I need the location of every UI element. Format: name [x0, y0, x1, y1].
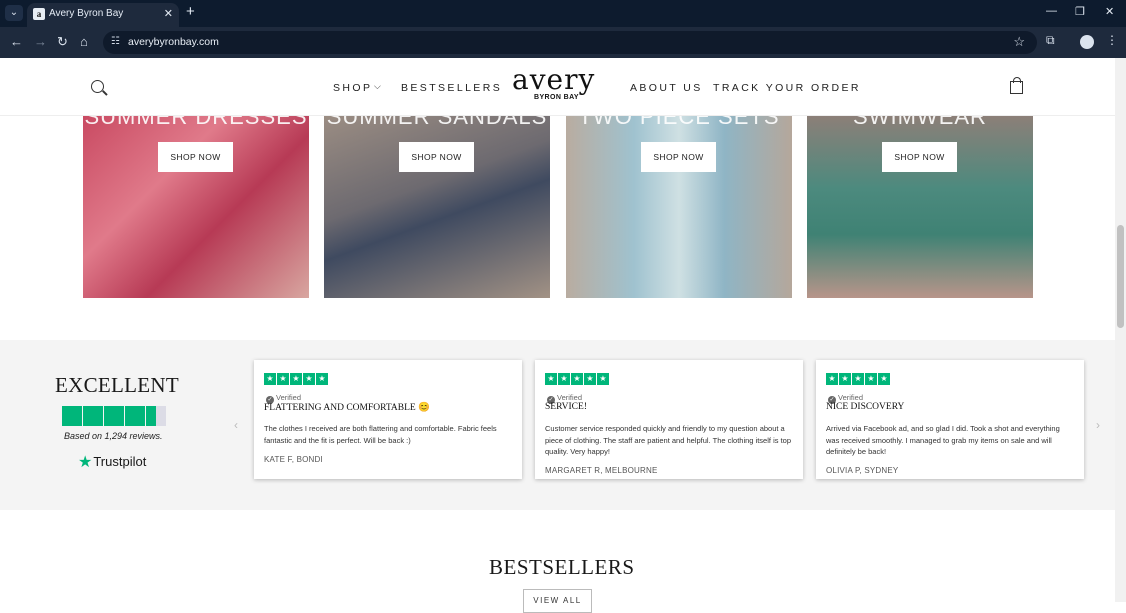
site-favicon-icon: a — [33, 8, 45, 20]
restore-window-button[interactable]: ❐ — [1075, 5, 1085, 18]
category-tile-dresses[interactable]: SUMMER DRESSES SHOP NOW — [83, 116, 309, 298]
review-title: NICE DISCOVERY — [826, 402, 905, 412]
forward-icon[interactable]: → — [34, 34, 47, 49]
minimize-window-button[interactable]: — — [1046, 5, 1057, 17]
search-icon[interactable] — [91, 80, 104, 93]
page-scrollbar[interactable] — [1115, 58, 1126, 602]
nav-bestsellers[interactable]: BESTSELLERS — [401, 82, 502, 94]
shop-now-button[interactable]: SHOP NOW — [882, 142, 957, 172]
review-body: Customer service responded quickly and f… — [545, 424, 791, 456]
site-info-icon[interactable]: ☷ — [111, 36, 120, 47]
nav-shop[interactable]: SHOP — [333, 82, 372, 94]
shop-now-button[interactable]: SHOP NOW — [641, 142, 716, 172]
reload-icon[interactable]: ↻ — [57, 34, 68, 50]
trustpilot-review-count: Based on 1,294 reviews. — [64, 431, 163, 441]
category-title: SUMMER DRESSES — [84, 116, 308, 129]
browser-toolbar: ← → ↻ ⌂ ☷ averybyronbay.com ☆ ⧉ ⋮ — [0, 27, 1126, 58]
carousel-prev-icon[interactable]: ‹ — [234, 418, 238, 432]
bestsellers-heading: BESTSELLERS — [489, 555, 635, 579]
review-author: MARGARET R, MELBOURNE — [545, 466, 658, 475]
category-tile-sandals[interactable]: SUMMER SANDALS SHOP NOW — [324, 116, 550, 298]
home-icon[interactable]: ⌂ — [80, 34, 88, 49]
review-stars: ★ ★ ★ ★ ★ — [545, 373, 609, 385]
review-body: The clothes I received are both flatteri… — [264, 424, 497, 445]
review-author: OLIVIA P, SYDNEY — [826, 466, 899, 475]
url-text[interactable]: averybyronbay.com — [128, 36, 219, 48]
carousel-next-icon[interactable]: › — [1096, 418, 1100, 432]
menu-icon[interactable]: ⋮ — [1106, 33, 1118, 47]
nav-track-order[interactable]: TRACK YOUR ORDER — [713, 82, 861, 94]
category-title: SUMMER SANDALS — [326, 116, 548, 129]
browser-tab[interactable]: a Avery Byron Bay ✕ — [27, 3, 179, 27]
review-card: ★ ★ ★ ★ ★ ✓ Verified NICE DISCOVERY Arrived v… — [816, 360, 1084, 479]
category-tile-two-piece[interactable]: TWO PIECE SETS SHOP NOW — [566, 116, 792, 298]
scrollbar-thumb[interactable] — [1117, 225, 1124, 328]
star-icon[interactable]: ☆ — [1013, 34, 1025, 50]
review-card: ★ ★ ★ ★ ★ ✓ Verified SERVICE! Customer servic… — [535, 360, 803, 479]
profile-icon[interactable] — [1080, 35, 1094, 49]
review-stars: ★ ★ ★ ★ ★ — [264, 373, 328, 385]
new-tab-button[interactable]: + — [186, 3, 195, 20]
tab-title: Avery Byron Bay — [49, 8, 124, 19]
close-tab-icon[interactable]: ✕ — [164, 7, 173, 20]
shop-now-button[interactable]: SHOP NOW — [399, 142, 474, 172]
review-body: Arrived via Facebook ad, and so glad I d… — [826, 424, 1060, 456]
nav-about-us[interactable]: ABOUT US — [630, 82, 703, 94]
review-card: ★ ★ ★ ★ ★ ✓ Verified FLATTERING AND COMFORTAB… — [254, 360, 522, 479]
review-title: FLATTERING AND COMFORTABLE 😊 — [264, 403, 430, 413]
extensions-icon[interactable]: ⧉ — [1046, 33, 1055, 48]
site-logo-subtitle: BYRON BAY — [534, 94, 579, 101]
browser-tab-bar: ⌄ a Avery Byron Bay ✕ + — ❐ ✕ — [0, 0, 1126, 27]
category-tile-swimwear[interactable]: SWIMWEAR SHOP NOW — [807, 116, 1033, 298]
review-title: SERVICE! — [545, 402, 587, 412]
trustpilot-logo[interactable]: ★Trustpilot — [78, 452, 146, 472]
close-window-button[interactable]: ✕ — [1105, 5, 1114, 18]
chevron-down-icon[interactable]: ⌵ — [374, 81, 381, 92]
category-title: SWIMWEAR — [853, 116, 987, 129]
category-title: TWO PIECE SETS — [578, 116, 780, 129]
address-bar[interactable]: ☷ averybyronbay.com ☆ — [103, 31, 1037, 54]
review-stars: ★ ★ ★ ★ ★ — [826, 373, 890, 385]
back-icon[interactable]: ← — [10, 34, 23, 49]
review-author: KATE F, BONDI — [264, 455, 323, 464]
shop-now-button[interactable]: SHOP NOW — [158, 142, 233, 172]
trustpilot-star-icon: ★ — [78, 454, 93, 471]
trustpilot-rating-word: EXCELLENT — [55, 373, 180, 397]
view-all-button[interactable]: VIEW ALL — [523, 589, 592, 613]
trustpilot-stars — [62, 406, 168, 426]
site-logo[interactable]: avery — [512, 66, 595, 94]
tab-search-menu-button[interactable]: ⌄ — [5, 5, 23, 21]
cart-bag-icon[interactable] — [1010, 77, 1023, 94]
